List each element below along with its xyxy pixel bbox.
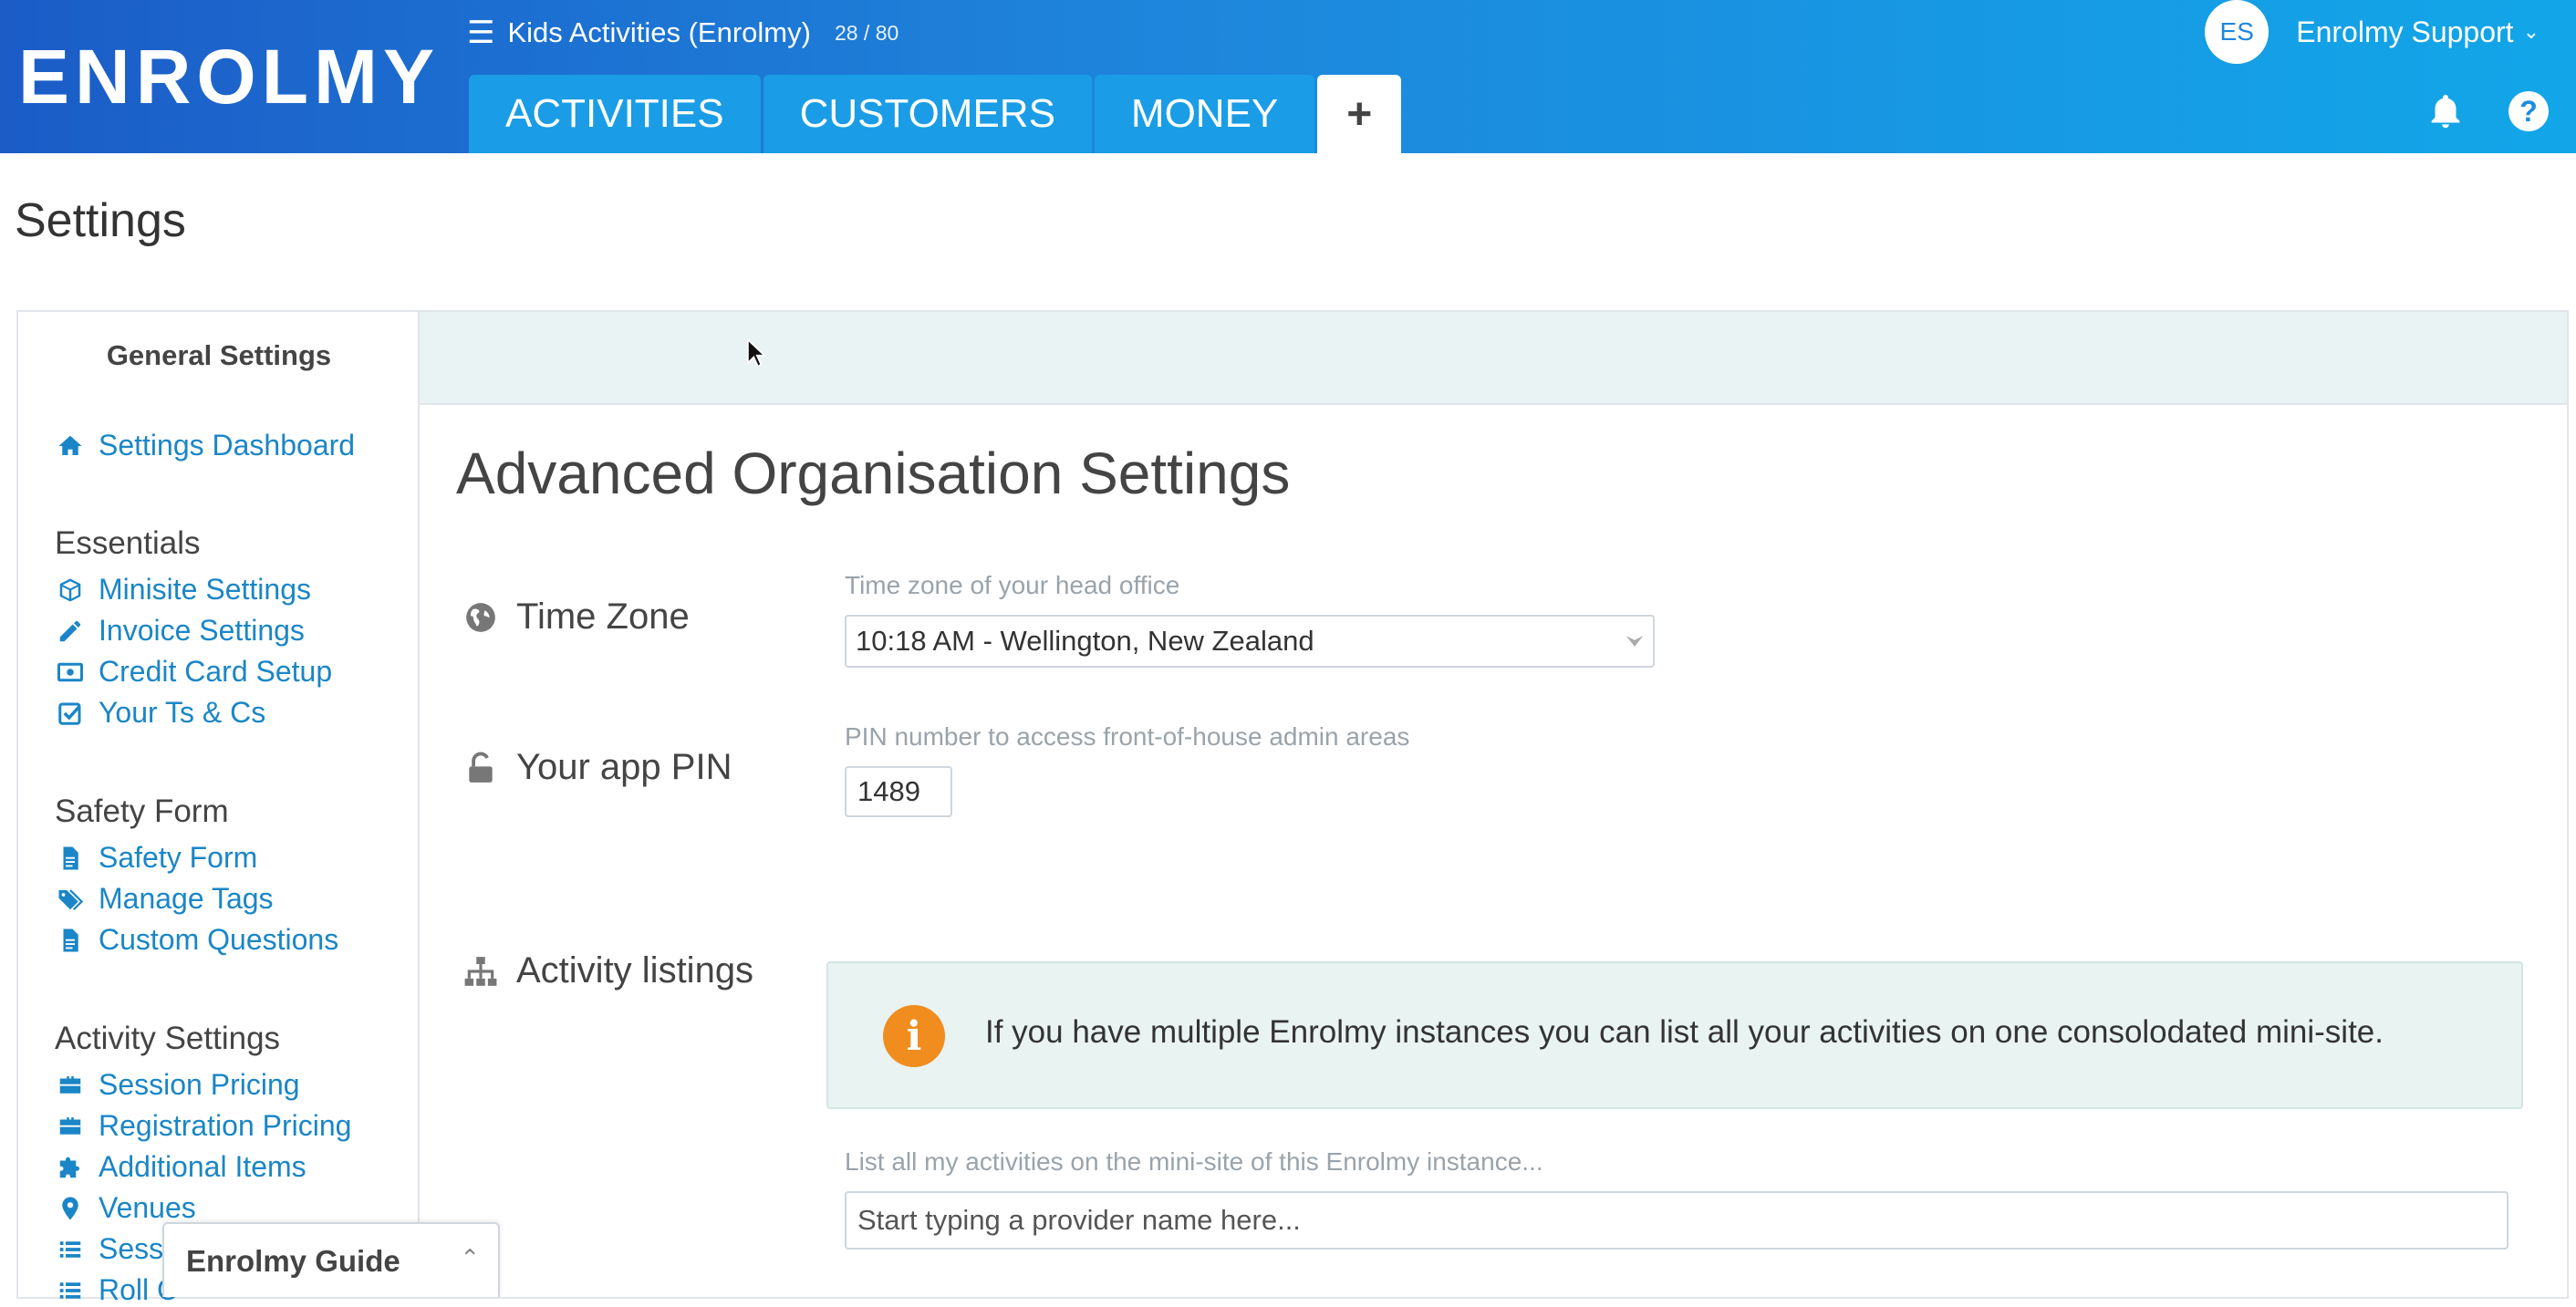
info-callout: i If you have multiple Enrolmy instances… bbox=[826, 961, 2523, 1109]
sidebar-item-settings-dashboard[interactable]: Settings Dashboard bbox=[57, 429, 355, 462]
sidebar-item-label: Manage Tags bbox=[99, 882, 274, 915]
sidebar-item-safety-form[interactable]: Safety Form bbox=[57, 841, 257, 875]
chevron-down-icon[interactable]: ⌄ bbox=[2523, 20, 2540, 44]
briefcase-icon bbox=[57, 1072, 84, 1099]
info-text: If you have multiple Enrolmy instances y… bbox=[985, 1014, 2384, 1050]
sidebar-group-safety-form: Safety Form bbox=[55, 794, 229, 829]
cube-icon bbox=[57, 576, 84, 604]
user-menu[interactable]: ES Enrolmy Support ⌄ bbox=[2205, 0, 2540, 64]
instance-switcher[interactable]: ☰ Kids Activities (Enrolmy) 28 / 80 bbox=[467, 15, 898, 51]
timezone-select[interactable]: 10:18 AM - Wellington, New Zealand bbox=[845, 615, 1655, 668]
provider-search-input[interactable] bbox=[845, 1191, 2508, 1250]
avatar[interactable]: ES bbox=[2205, 0, 2270, 64]
sidebar-item-minisite-settings[interactable]: Minisite Settings bbox=[57, 573, 311, 607]
sidebar-item-label: Settings Dashboard bbox=[99, 429, 356, 462]
sidebar-item-label: Venues bbox=[99, 1191, 196, 1224]
sidebar-item-label: Sessi bbox=[99, 1232, 171, 1265]
sidebar-item-invoice-settings[interactable]: Invoice Settings bbox=[57, 614, 305, 648]
header-icons: ? bbox=[2425, 91, 2549, 133]
tab-money[interactable]: MONEY bbox=[1094, 75, 1315, 153]
instance-count: 28 / 80 bbox=[834, 20, 899, 45]
dropdown-caret-icon[interactable] bbox=[1616, 628, 1653, 654]
list-icon bbox=[57, 1277, 84, 1304]
help-icon[interactable]: ? bbox=[2508, 91, 2549, 131]
sidebar-item-registration-pricing[interactable]: Registration Pricing bbox=[57, 1109, 351, 1143]
sidebar-group-activity-settings: Activity Settings bbox=[55, 1021, 281, 1056]
sitemap-icon bbox=[463, 954, 498, 989]
sidebar-item-label: Additional Items bbox=[99, 1150, 306, 1183]
home-icon bbox=[57, 432, 84, 460]
tab-add-plus-icon[interactable]: + bbox=[1317, 75, 1402, 153]
timezone-label: Time Zone bbox=[463, 596, 690, 638]
timezone-select-value: 10:18 AM - Wellington, New Zealand bbox=[856, 625, 1314, 657]
settings-content-panel: Advanced Organisation Settings Time Zone… bbox=[418, 310, 2569, 1299]
guide-title: Enrolmy Guide bbox=[186, 1244, 400, 1278]
sidebar-item-label: Credit Card Setup bbox=[99, 655, 333, 688]
globe-icon bbox=[463, 600, 498, 635]
sidebar-item-custom-questions[interactable]: Custom Questions bbox=[57, 923, 338, 957]
sidebar-item-credit-card-setup[interactable]: Credit Card Setup bbox=[57, 655, 332, 689]
document-icon bbox=[57, 927, 84, 954]
enrolmy-guide-widget[interactable]: Enrolmy Guide ⌃ bbox=[162, 1222, 500, 1297]
app-pin-label: Your app PIN bbox=[463, 747, 732, 788]
listings-help-text: List all my activities on the mini-site … bbox=[845, 1147, 1543, 1176]
sidebar-item-label: Your Ts & Cs bbox=[99, 696, 266, 729]
sidebar-item-session-pricing[interactable]: Session Pricing bbox=[57, 1068, 300, 1102]
map-marker-icon bbox=[57, 1195, 84, 1222]
pencil-icon bbox=[57, 617, 84, 645]
sidebar-item-manage-tags[interactable]: Manage Tags bbox=[57, 882, 274, 916]
main-tabs: ACTIVITIES CUSTOMERS MONEY + bbox=[469, 75, 1404, 153]
list-icon bbox=[57, 1236, 84, 1263]
document-icon bbox=[57, 845, 84, 872]
sidebar-item-label: Safety Form bbox=[99, 841, 258, 874]
sidebar-item-roll-call[interactable]: Roll C bbox=[57, 1273, 178, 1307]
unlock-icon bbox=[463, 751, 498, 785]
bell-icon[interactable] bbox=[2425, 91, 2467, 133]
sidebar-item-label: Custom Questions bbox=[99, 923, 339, 956]
tab-activities[interactable]: ACTIVITIES bbox=[469, 75, 761, 153]
sidebar-item-label: Invoice Settings bbox=[99, 614, 305, 647]
timezone-help-text: Time zone of your head office bbox=[845, 571, 1180, 599]
sidebar-item-label: Registration Pricing bbox=[99, 1109, 352, 1142]
money-bill-icon bbox=[57, 659, 84, 686]
checkbox-icon bbox=[57, 700, 84, 727]
enrolmy-logo[interactable]: ENROLMY bbox=[18, 33, 440, 121]
settings-sidebar: General Settings Settings Dashboard Esse… bbox=[16, 310, 420, 1306]
sidebar-item-venues[interactable]: Venues bbox=[57, 1191, 196, 1225]
top-navigation-bar: ENROLMY ☰ Kids Activities (Enrolmy) 28 /… bbox=[0, 0, 2576, 153]
pin-help-text: PIN number to access front-of-house admi… bbox=[845, 722, 1410, 751]
chevron-up-icon[interactable]: ⌃ bbox=[460, 1244, 480, 1272]
sidebar-item-label: Minisite Settings bbox=[99, 573, 311, 606]
sidebar-group-essentials: Essentials bbox=[55, 525, 201, 561]
sidebar-item-ts-cs[interactable]: Your Ts & Cs bbox=[57, 696, 265, 730]
info-icon: i bbox=[883, 1005, 945, 1067]
sidebar-title: General Settings bbox=[106, 339, 332, 371]
tags-icon bbox=[57, 886, 84, 913]
sidebar-item-label: Session Pricing bbox=[99, 1068, 300, 1101]
sidebar-item-sessions[interactable]: Sessi bbox=[57, 1232, 170, 1266]
instance-name: Kids Activities (Enrolmy) bbox=[507, 16, 811, 48]
content-header-band bbox=[420, 312, 2567, 405]
page-title: Settings bbox=[15, 194, 186, 247]
activity-listings-label: Activity listings bbox=[463, 950, 753, 991]
section-title: Advanced Organisation Settings bbox=[456, 441, 1291, 506]
hamburger-menu-icon[interactable]: ☰ bbox=[467, 15, 494, 51]
briefcase-icon bbox=[57, 1113, 84, 1140]
user-name[interactable]: Enrolmy Support bbox=[2296, 16, 2513, 49]
mouse-cursor-icon bbox=[746, 337, 766, 368]
puzzle-icon bbox=[57, 1154, 84, 1181]
sidebar-item-additional-items[interactable]: Additional Items bbox=[57, 1150, 306, 1184]
tab-customers[interactable]: CUSTOMERS bbox=[763, 75, 1092, 153]
pin-input[interactable]: 1489 bbox=[845, 766, 952, 817]
